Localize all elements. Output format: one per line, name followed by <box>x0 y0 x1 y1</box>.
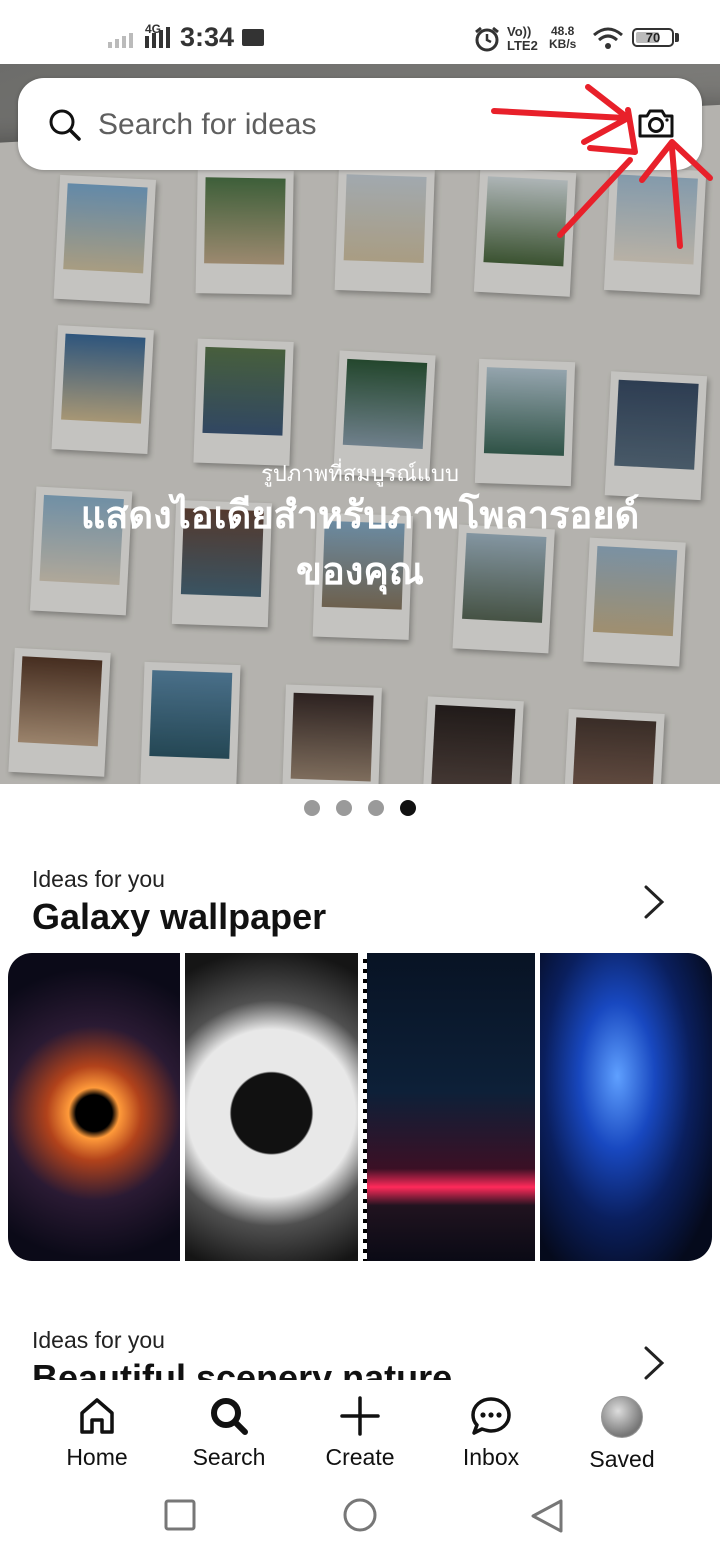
search-icon <box>49 109 81 141</box>
system-navigation <box>0 1480 720 1560</box>
nav-label: Saved <box>589 1446 655 1472</box>
section-kicker: Ideas for you <box>32 1327 165 1353</box>
carousel-dots <box>304 800 416 816</box>
carousel-dot[interactable] <box>368 800 384 816</box>
chat-icon <box>471 1397 511 1435</box>
signal-icon <box>108 27 170 48</box>
wallpaper-yin-yang-dragon[interactable] <box>185 953 358 1261</box>
plus-icon <box>340 1396 380 1436</box>
battery-level: 70 <box>645 30 661 45</box>
wallpaper-black-hole[interactable] <box>8 953 181 1261</box>
back-button[interactable] <box>528 1498 566 1536</box>
chevron-right-icon[interactable] <box>640 882 668 922</box>
section-title[interactable]: Galaxy wallpaper <box>32 896 326 938</box>
nav-home[interactable]: Home <box>37 1394 157 1471</box>
hero-title: แสดงไอเดียสำหรับภาพโพลารอยด์ของคุณ <box>80 495 640 593</box>
speed-unit: KB/s <box>549 37 577 51</box>
network-speed: 48.8 KB/s <box>549 25 576 51</box>
nav-create[interactable]: Create <box>300 1394 420 1471</box>
wallpaper-carousel[interactable] <box>8 953 712 1261</box>
battery-icon: 70 <box>632 28 674 47</box>
nav-label: Home <box>66 1444 128 1470</box>
nav-label: Search <box>192 1444 266 1470</box>
bottom-nav: Home Search Create Inbox Saved <box>0 1380 720 1480</box>
wallpaper-comet-mountain[interactable] <box>362 953 535 1261</box>
network-type: 4G <box>145 22 162 36</box>
recents-button[interactable] <box>163 1498 197 1532</box>
wifi-icon <box>593 27 623 49</box>
wallpaper-blue-planet-road[interactable] <box>539 953 712 1261</box>
nav-label: Inbox <box>462 1444 520 1470</box>
section-kicker: Ideas for you <box>32 866 165 892</box>
mail-icon <box>242 29 264 46</box>
battery-tip <box>675 33 679 42</box>
home-icon <box>80 1398 114 1434</box>
search-icon <box>211 1398 248 1435</box>
home-button[interactable] <box>341 1498 379 1536</box>
nav-label: Create <box>325 1444 395 1470</box>
annotation-arrows <box>491 84 713 249</box>
avatar <box>601 1396 643 1438</box>
volte-indicator: Vo)) LTE2 <box>507 24 538 53</box>
chevron-right-icon[interactable] <box>640 1343 668 1383</box>
nav-saved[interactable]: Saved <box>562 1394 682 1473</box>
carousel-dot[interactable] <box>304 800 320 816</box>
nav-inbox[interactable]: Inbox <box>431 1394 551 1471</box>
status-bar: 4G 3:34 Vo)) LTE2 48.8 KB/s 70 <box>0 0 720 64</box>
clock: 3:34 <box>180 22 235 52</box>
hero-subtitle: รูปภาพที่สมบูรณ์แบบ <box>261 461 459 486</box>
carousel-dot[interactable] <box>336 800 352 816</box>
carousel-dot-active[interactable] <box>400 800 416 816</box>
nav-search[interactable]: Search <box>169 1394 289 1471</box>
alarm-icon <box>475 26 499 52</box>
